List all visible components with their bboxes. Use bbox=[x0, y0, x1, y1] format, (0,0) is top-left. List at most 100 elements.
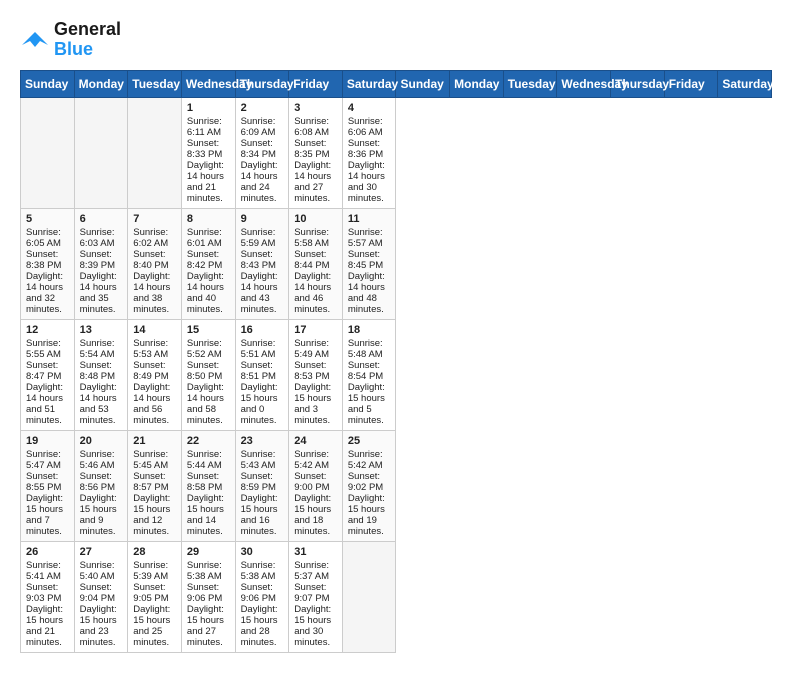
day-number: 19 bbox=[26, 435, 69, 447]
daylight: Daylight: 14 hours and 21 minutes. bbox=[187, 160, 224, 204]
day-cell: 21Sunrise: 5:45 AMSunset: 8:57 PMDayligh… bbox=[128, 430, 182, 541]
sunset: Sunset: 8:59 PM bbox=[241, 471, 276, 493]
day-cell: 20Sunrise: 5:46 AMSunset: 8:56 PMDayligh… bbox=[74, 430, 128, 541]
day-cell: 30Sunrise: 5:38 AMSunset: 9:06 PMDayligh… bbox=[235, 541, 289, 652]
sunset: Sunset: 8:55 PM bbox=[26, 471, 61, 493]
week-row-3: 12Sunrise: 5:55 AMSunset: 8:47 PMDayligh… bbox=[21, 319, 772, 430]
sunset: Sunset: 8:51 PM bbox=[241, 360, 276, 382]
sunrise: Sunrise: 5:52 AM bbox=[187, 338, 222, 360]
day-cell: 15Sunrise: 5:52 AMSunset: 8:50 PMDayligh… bbox=[181, 319, 235, 430]
day-number: 30 bbox=[241, 546, 284, 558]
sunset: Sunset: 8:53 PM bbox=[294, 360, 329, 382]
sunrise: Sunrise: 5:37 AM bbox=[294, 560, 329, 582]
daylight: Daylight: 15 hours and 27 minutes. bbox=[187, 604, 224, 648]
sunrise: Sunrise: 5:40 AM bbox=[80, 560, 115, 582]
daylight: Daylight: 15 hours and 25 minutes. bbox=[133, 604, 170, 648]
day-number: 3 bbox=[294, 102, 337, 114]
day-header-saturday: Saturday bbox=[342, 70, 396, 97]
daylight: Daylight: 15 hours and 28 minutes. bbox=[241, 604, 278, 648]
sunrise: Sunrise: 5:38 AM bbox=[187, 560, 222, 582]
sunrise: Sunrise: 5:41 AM bbox=[26, 560, 61, 582]
sunset: Sunset: 9:06 PM bbox=[187, 582, 222, 604]
sunset: Sunset: 8:44 PM bbox=[294, 249, 329, 271]
day-cell: 12Sunrise: 5:55 AMSunset: 8:47 PMDayligh… bbox=[21, 319, 75, 430]
sunset: Sunset: 8:58 PM bbox=[187, 471, 222, 493]
week-row-4: 19Sunrise: 5:47 AMSunset: 8:55 PMDayligh… bbox=[21, 430, 772, 541]
sunset: Sunset: 9:07 PM bbox=[294, 582, 329, 604]
day-number: 31 bbox=[294, 546, 337, 558]
sunrise: Sunrise: 5:51 AM bbox=[241, 338, 276, 360]
daylight: Daylight: 15 hours and 3 minutes. bbox=[294, 382, 331, 426]
sunrise: Sunrise: 5:45 AM bbox=[133, 449, 168, 471]
sunrise: Sunrise: 5:39 AM bbox=[133, 560, 168, 582]
day-number: 29 bbox=[187, 546, 230, 558]
day-cell: 4Sunrise: 6:06 AMSunset: 8:36 PMDaylight… bbox=[342, 97, 396, 208]
day-cell: 1Sunrise: 6:11 AMSunset: 8:33 PMDaylight… bbox=[181, 97, 235, 208]
day-cell bbox=[74, 97, 128, 208]
sunrise: Sunrise: 6:01 AM bbox=[187, 227, 222, 249]
sunrise: Sunrise: 6:05 AM bbox=[26, 227, 61, 249]
day-number: 17 bbox=[294, 324, 337, 336]
week-row-2: 5Sunrise: 6:05 AMSunset: 8:38 PMDaylight… bbox=[21, 208, 772, 319]
page-header: GeneralBlue bbox=[20, 20, 772, 60]
daylight: Daylight: 14 hours and 35 minutes. bbox=[80, 271, 117, 315]
daylight: Daylight: 14 hours and 24 minutes. bbox=[241, 160, 278, 204]
sunset: Sunset: 8:45 PM bbox=[348, 249, 383, 271]
day-cell: 5Sunrise: 6:05 AMSunset: 8:38 PMDaylight… bbox=[21, 208, 75, 319]
sunset: Sunset: 8:54 PM bbox=[348, 360, 383, 382]
day-number: 25 bbox=[348, 435, 391, 447]
sunset: Sunset: 8:36 PM bbox=[348, 138, 383, 160]
sunrise: Sunrise: 5:48 AM bbox=[348, 338, 383, 360]
day-cell: 6Sunrise: 6:03 AMSunset: 8:39 PMDaylight… bbox=[74, 208, 128, 319]
sunset: Sunset: 9:04 PM bbox=[80, 582, 115, 604]
daylight: Daylight: 15 hours and 7 minutes. bbox=[26, 493, 63, 537]
sunset: Sunset: 9:06 PM bbox=[241, 582, 276, 604]
sunrise: Sunrise: 5:43 AM bbox=[241, 449, 276, 471]
day-number: 7 bbox=[133, 213, 176, 225]
day-header-tuesday: Tuesday bbox=[503, 70, 557, 97]
day-cell: 3Sunrise: 6:08 AMSunset: 8:35 PMDaylight… bbox=[289, 97, 343, 208]
day-cell: 23Sunrise: 5:43 AMSunset: 8:59 PMDayligh… bbox=[235, 430, 289, 541]
sunset: Sunset: 9:05 PM bbox=[133, 582, 168, 604]
daylight: Daylight: 15 hours and 9 minutes. bbox=[80, 493, 117, 537]
day-cell: 2Sunrise: 6:09 AMSunset: 8:34 PMDaylight… bbox=[235, 97, 289, 208]
daylight: Daylight: 14 hours and 58 minutes. bbox=[187, 382, 224, 426]
sunset: Sunset: 8:34 PM bbox=[241, 138, 276, 160]
daylight: Daylight: 15 hours and 21 minutes. bbox=[26, 604, 63, 648]
day-number: 26 bbox=[26, 546, 69, 558]
sunrise: Sunrise: 6:02 AM bbox=[133, 227, 168, 249]
daylight: Daylight: 15 hours and 30 minutes. bbox=[294, 604, 331, 648]
sunset: Sunset: 8:42 PM bbox=[187, 249, 222, 271]
sunrise: Sunrise: 5:42 AM bbox=[294, 449, 329, 471]
day-cell bbox=[128, 97, 182, 208]
day-cell: 18Sunrise: 5:48 AMSunset: 8:54 PMDayligh… bbox=[342, 319, 396, 430]
daylight: Daylight: 14 hours and 56 minutes. bbox=[133, 382, 170, 426]
day-cell: 16 Sunrise: 5:51 AMSunset: 8:51 PMDayligh… bbox=[235, 319, 289, 430]
sunrise: Sunrise: 5:55 AM bbox=[26, 338, 61, 360]
daylight: Daylight: 15 hours and 12 minutes. bbox=[133, 493, 170, 537]
sunrise: Sunrise: 5:54 AM bbox=[80, 338, 115, 360]
sunset: Sunset: 8:33 PM bbox=[187, 138, 222, 160]
day-number: 11 bbox=[348, 213, 391, 225]
day-header-tuesday: Tuesday bbox=[128, 70, 182, 97]
day-header-wednesday: Wednesday bbox=[557, 70, 611, 97]
day-number: 16 bbox=[241, 324, 284, 336]
day-number: 14 bbox=[133, 324, 176, 336]
day-cell: 11Sunrise: 5:57 AMSunset: 8:45 PMDayligh… bbox=[342, 208, 396, 319]
day-number: 12 bbox=[26, 324, 69, 336]
day-header-sunday: Sunday bbox=[21, 70, 75, 97]
week-row-5: 26Sunrise: 5:41 AMSunset: 9:03 PMDayligh… bbox=[21, 541, 772, 652]
daylight: Daylight: 14 hours and 27 minutes. bbox=[294, 160, 331, 204]
sunset: Sunset: 8:38 PM bbox=[26, 249, 61, 271]
daylight: Daylight: 14 hours and 40 minutes. bbox=[187, 271, 224, 315]
day-cell: 19Sunrise: 5:47 AMSunset: 8:55 PMDayligh… bbox=[21, 430, 75, 541]
day-number: 20 bbox=[80, 435, 123, 447]
day-number: 13 bbox=[80, 324, 123, 336]
sunrise: Sunrise: 5:42 AM bbox=[348, 449, 383, 471]
daylight: Daylight: 15 hours and 0 minutes. bbox=[241, 382, 278, 426]
daylight: Daylight: 14 hours and 32 minutes. bbox=[26, 271, 63, 315]
day-cell: 31 Sunrise: 5:37 AMSunset: 9:07 PMDayligh… bbox=[289, 541, 343, 652]
sunset: Sunset: 8:56 PM bbox=[80, 471, 115, 493]
sunrise: Sunrise: 5:58 AM bbox=[294, 227, 329, 249]
day-number: 18 bbox=[348, 324, 391, 336]
